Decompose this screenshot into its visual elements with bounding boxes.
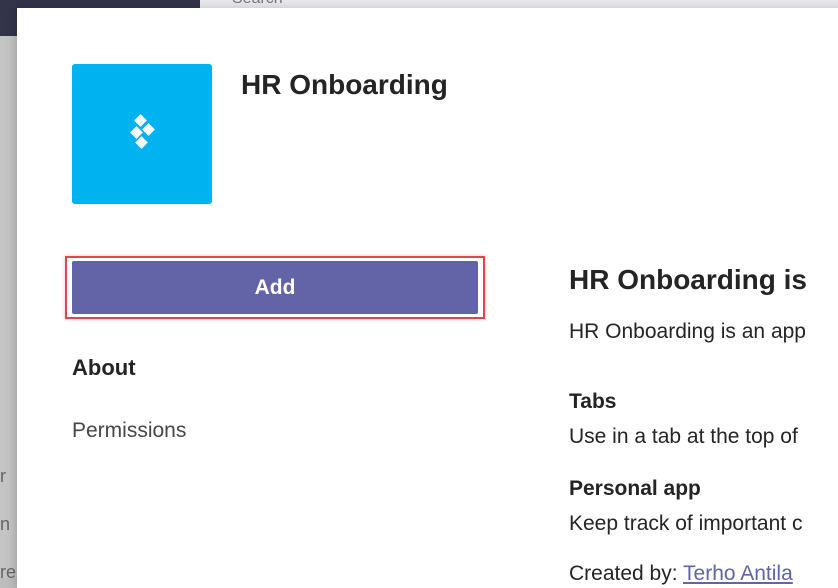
permissions-link[interactable]: Permissions: [72, 419, 186, 443]
background-search-bar: [200, 0, 838, 8]
personal-app-section-title: Personal app: [569, 477, 701, 500]
tabs-section-text: Use in a tab at the top of: [569, 425, 798, 448]
diamond-cluster-icon: [130, 114, 155, 149]
created-by-label: Created by:: [569, 562, 678, 585]
created-by-link[interactable]: Terho Antila: [683, 562, 793, 585]
background-text-fragment: r: [0, 466, 6, 486]
tabs-section-title: Tabs: [569, 390, 617, 413]
app-icon: [72, 64, 212, 204]
about-heading[interactable]: About: [72, 355, 136, 381]
app-title: HR Onboarding: [241, 69, 448, 100]
add-button[interactable]: Add: [72, 261, 478, 314]
details-heading: HR Onboarding is: [569, 264, 807, 295]
background-text-fragment: n: [0, 514, 11, 534]
personal-app-section-text: Keep track of important c: [569, 512, 803, 535]
background-search-text: Search: [232, 0, 283, 8]
created-by: Created by: Terho Antila: [569, 562, 793, 586]
details-description: HR Onboarding is an app: [569, 320, 806, 343]
background-text-fragment: re: [0, 562, 17, 582]
